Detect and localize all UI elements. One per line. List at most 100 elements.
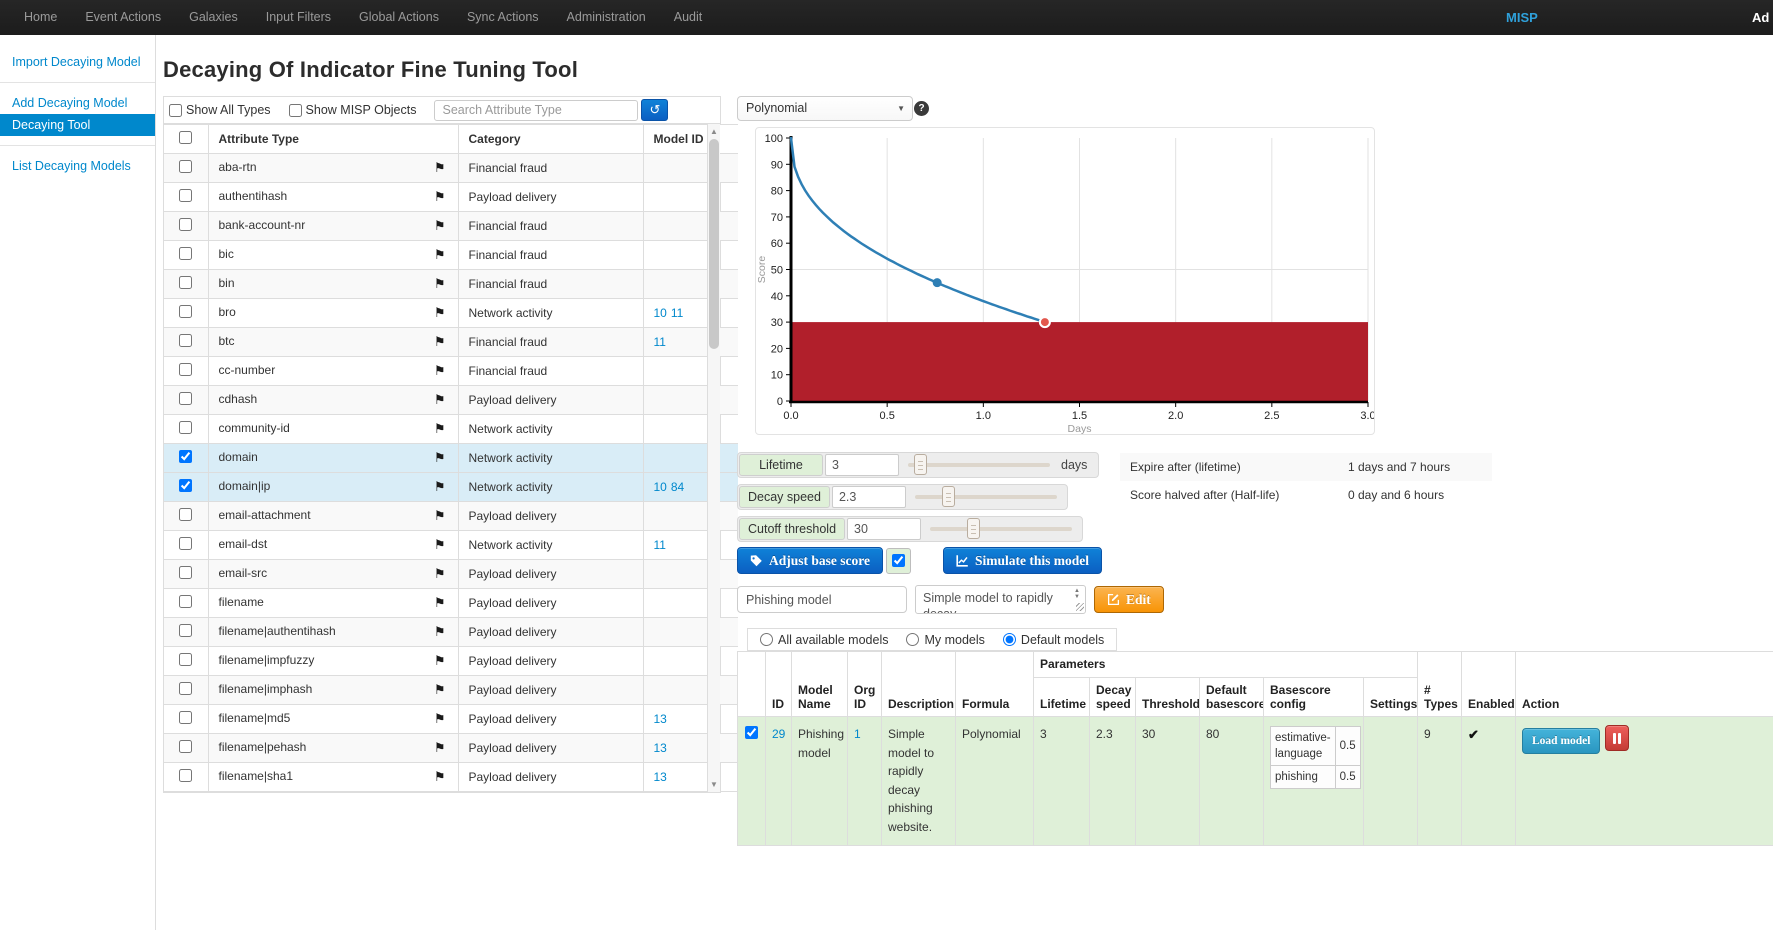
control-input-cutoff-threshold[interactable] bbox=[847, 518, 921, 540]
model-name-input[interactable] bbox=[737, 586, 907, 613]
attribute-row-checkbox[interactable] bbox=[179, 537, 192, 550]
attribute-row-checkbox[interactable] bbox=[179, 508, 192, 521]
model-id-link[interactable]: 11 bbox=[671, 306, 683, 320]
attribute-row[interactable]: ⚑domainNetwork activity bbox=[164, 444, 738, 473]
nav-user-menu[interactable]: Ad bbox=[1752, 0, 1769, 35]
show-misp-objects-label[interactable]: Show MISP Objects bbox=[306, 103, 417, 117]
simulate-model-button[interactable]: Simulate this model bbox=[943, 547, 1102, 574]
attribute-row[interactable]: ⚑broNetwork activity1011 bbox=[164, 299, 738, 328]
attribute-row[interactable]: ⚑aba-rtnFinancial fraud bbox=[164, 154, 738, 183]
model-org-link[interactable]: 1 bbox=[854, 727, 861, 741]
attribute-row-checkbox[interactable] bbox=[179, 566, 192, 579]
resize-grip-icon[interactable] bbox=[1076, 603, 1084, 611]
attribute-row-checkbox[interactable] bbox=[179, 450, 192, 463]
attribute-row-checkbox[interactable] bbox=[179, 479, 192, 492]
attribute-row[interactable]: ⚑authentihashPayload delivery bbox=[164, 183, 738, 212]
attribute-row[interactable]: ⚑email-dstNetwork activity11 bbox=[164, 531, 738, 560]
control-input-decay-speed[interactable] bbox=[832, 486, 906, 508]
model-id-link[interactable]: 84 bbox=[671, 480, 684, 494]
control-slider-cutoff-threshold[interactable] bbox=[930, 518, 1072, 540]
attribute-row[interactable]: ⚑binFinancial fraud bbox=[164, 270, 738, 299]
attribute-row-checkbox[interactable] bbox=[179, 363, 192, 376]
sidebar-item-decaying-tool[interactable]: Decaying Tool bbox=[0, 114, 155, 136]
nav-item-home[interactable]: Home bbox=[10, 10, 71, 24]
nav-item-event-actions[interactable]: Event Actions bbox=[71, 10, 175, 24]
filter-all-available-models[interactable]: All available models bbox=[760, 633, 888, 647]
model-id-link[interactable]: 10 bbox=[654, 480, 667, 494]
filter-radio-all-available-models[interactable] bbox=[760, 633, 773, 646]
attribute-row[interactable]: ⚑filename|pehashPayload delivery13 bbox=[164, 734, 738, 763]
slider-handle[interactable] bbox=[942, 486, 955, 507]
attribute-row-checkbox[interactable] bbox=[179, 653, 192, 666]
attribute-row-checkbox[interactable] bbox=[179, 334, 192, 347]
nav-item-input-filters[interactable]: Input Filters bbox=[252, 10, 345, 24]
show-misp-objects-checkbox[interactable] bbox=[289, 104, 302, 117]
nav-item-global-actions[interactable]: Global Actions bbox=[345, 10, 453, 24]
attribute-row[interactable]: ⚑cdhashPayload delivery bbox=[164, 386, 738, 415]
attribute-row[interactable]: ⚑bicFinancial fraud bbox=[164, 241, 738, 270]
select-all-checkbox[interactable] bbox=[179, 131, 192, 144]
nav-item-sync-actions[interactable]: Sync Actions bbox=[453, 10, 553, 24]
attribute-row-checkbox[interactable] bbox=[179, 682, 192, 695]
adjust-base-score-checkbox[interactable] bbox=[892, 554, 905, 567]
model-description-textarea[interactable]: Simple model to rapidly decay bbox=[915, 585, 1086, 614]
sidebar-item-add-decaying-model[interactable]: Add Decaying Model bbox=[0, 92, 155, 114]
control-slider-lifetime[interactable] bbox=[908, 454, 1050, 476]
attribute-row-checkbox[interactable] bbox=[179, 276, 192, 289]
attribute-row[interactable]: ⚑filename|authentihashPayload delivery bbox=[164, 618, 738, 647]
model-id-link[interactable]: 29 bbox=[772, 727, 785, 741]
model-id-link[interactable]: 10 bbox=[654, 306, 667, 320]
attribute-row[interactable]: ⚑filename|imphashPayload delivery bbox=[164, 676, 738, 705]
attribute-row[interactable]: ⚑btcFinancial fraud11 bbox=[164, 328, 738, 357]
edit-model-button[interactable]: Edit bbox=[1094, 586, 1164, 613]
formula-select[interactable]: Polynomial ▼ bbox=[737, 96, 913, 121]
pause-model-button[interactable] bbox=[1605, 725, 1629, 751]
scrollbar[interactable]: ▲ ▼ bbox=[707, 124, 720, 792]
attribute-row-checkbox[interactable] bbox=[179, 247, 192, 260]
slider-handle[interactable] bbox=[914, 454, 927, 475]
attribute-row[interactable]: ⚑filename|impfuzzyPayload delivery bbox=[164, 647, 738, 676]
attribute-row-checkbox[interactable] bbox=[179, 392, 192, 405]
help-icon[interactable]: ? bbox=[914, 101, 929, 116]
nav-item-galaxies[interactable]: Galaxies bbox=[175, 10, 252, 24]
attribute-row-checkbox[interactable] bbox=[179, 305, 192, 318]
show-all-types-checkbox[interactable] bbox=[169, 104, 182, 117]
attribute-row-checkbox[interactable] bbox=[179, 421, 192, 434]
filter-radio-default-models[interactable] bbox=[1003, 633, 1016, 646]
attribute-row[interactable]: ⚑bank-account-nrFinancial fraud bbox=[164, 212, 738, 241]
attribute-row-checkbox[interactable] bbox=[179, 595, 192, 608]
attribute-row-checkbox[interactable] bbox=[179, 189, 192, 202]
attribute-row-checkbox[interactable] bbox=[179, 218, 192, 231]
attribute-row[interactable]: ⚑filename|sha1Payload delivery13 bbox=[164, 763, 738, 792]
nav-item-administration[interactable]: Administration bbox=[553, 10, 660, 24]
search-attribute-input[interactable] bbox=[434, 100, 638, 121]
misp-brand[interactable]: MISP bbox=[1506, 0, 1538, 35]
model-row[interactable]: 29 Phishing model 1 Simple model to rapi… bbox=[738, 717, 1773, 846]
attribute-row[interactable]: ⚑cc-numberFinancial fraud bbox=[164, 357, 738, 386]
decay-chart[interactable]: 01020304050607080901000.00.51.01.52.02.5… bbox=[756, 128, 1374, 434]
model-id-link[interactable]: 11 bbox=[654, 538, 666, 552]
attribute-row-checkbox[interactable] bbox=[179, 624, 192, 637]
filter-my-models[interactable]: My models bbox=[906, 633, 984, 647]
sidebar-item-list-decaying-models[interactable]: List Decaying Models bbox=[0, 155, 155, 177]
attribute-row[interactable]: ⚑filename|md5Payload delivery13 bbox=[164, 705, 738, 734]
filter-default-models[interactable]: Default models bbox=[1003, 633, 1104, 647]
model-row-checkbox[interactable] bbox=[745, 726, 758, 739]
control-slider-decay-speed[interactable] bbox=[915, 486, 1057, 508]
filter-radio-my-models[interactable] bbox=[906, 633, 919, 646]
attribute-row[interactable]: ⚑domain|ipNetwork activity1084 bbox=[164, 473, 738, 502]
attribute-row-checkbox[interactable] bbox=[179, 711, 192, 724]
control-input-lifetime[interactable] bbox=[825, 454, 899, 476]
attribute-row-checkbox[interactable] bbox=[179, 740, 192, 753]
attribute-row-checkbox[interactable] bbox=[179, 769, 192, 782]
scrollbar-up-icon[interactable]: ▲ bbox=[708, 125, 720, 138]
scrollbar-thumb[interactable] bbox=[709, 139, 719, 349]
sidebar-item-import-decaying-model[interactable]: Import Decaying Model bbox=[0, 51, 155, 73]
show-all-types-label[interactable]: Show All Types bbox=[186, 103, 271, 117]
attribute-row[interactable]: ⚑email-attachmentPayload delivery bbox=[164, 502, 738, 531]
model-id-link[interactable]: 13 bbox=[654, 741, 667, 755]
model-id-link[interactable]: 13 bbox=[654, 712, 667, 726]
attribute-row-checkbox[interactable] bbox=[179, 160, 192, 173]
attribute-row[interactable]: ⚑email-srcPayload delivery bbox=[164, 560, 738, 589]
adjust-base-score-button[interactable]: Adjust base score bbox=[737, 547, 883, 574]
